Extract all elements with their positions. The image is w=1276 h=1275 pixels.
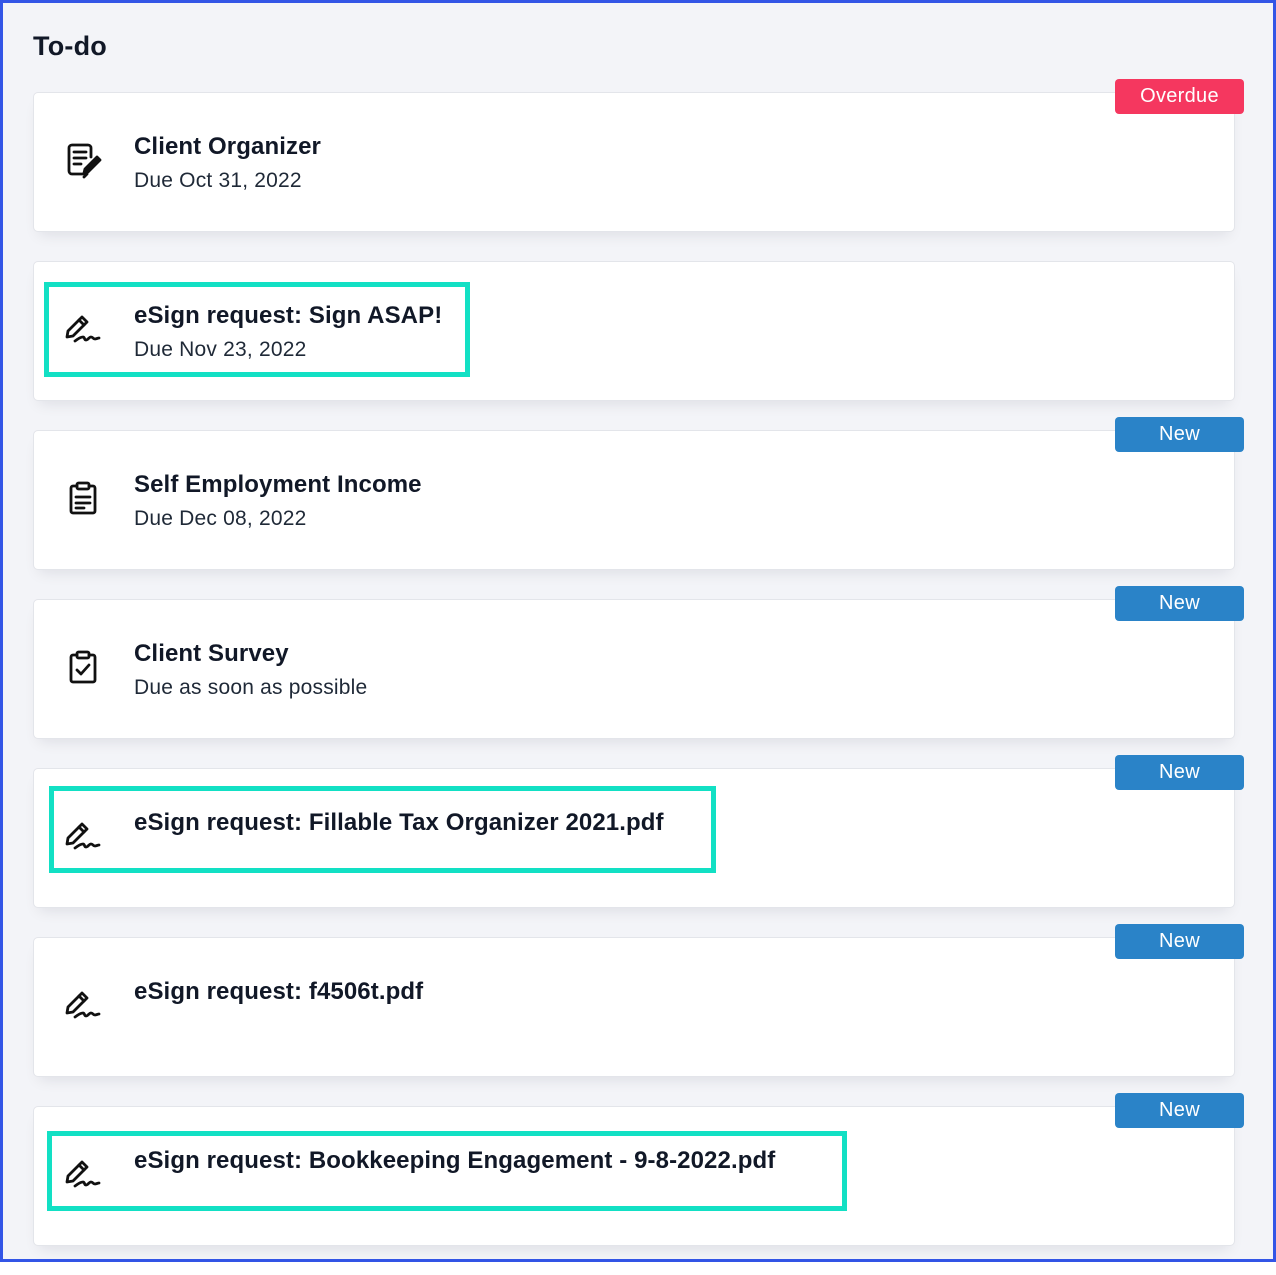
app-frame: To-do Client Organizer Due Oct 31, 2022 …	[0, 0, 1276, 1262]
todo-title: eSign request: Sign ASAP!	[134, 302, 443, 329]
todo-title: Client Survey	[134, 640, 289, 667]
page-title: To-do	[33, 31, 107, 61]
todo-title: Client Organizer	[134, 133, 321, 160]
status-badge-new: New	[1115, 586, 1244, 621]
signature-icon	[62, 815, 104, 857]
status-badge-overdue: Overdue	[1115, 79, 1244, 114]
signature-icon	[62, 984, 104, 1026]
signature-icon	[62, 308, 104, 350]
todo-item-esign-sign-asap[interactable]: eSign request: Sign ASAP! Due Nov 23, 20…	[33, 261, 1235, 401]
status-badge-new: New	[1115, 1093, 1244, 1128]
todo-due-date: Due Nov 23, 2022	[134, 338, 307, 361]
signature-icon	[62, 1153, 104, 1195]
todo-due-date: Due Dec 08, 2022	[134, 507, 307, 530]
status-badge-new: New	[1115, 755, 1244, 790]
todo-item-esign-f4506t[interactable]: eSign request: f4506t.pdf New	[33, 924, 1244, 1077]
clipboard-icon	[62, 477, 104, 519]
clipboard-check-icon	[62, 646, 104, 688]
todo-list: Client Organizer Due Oct 31, 2022 Overdu…	[33, 79, 1244, 1275]
todo-title: eSign request: Fillable Tax Organizer 20…	[134, 809, 664, 836]
todo-due-date: Due Oct 31, 2022	[134, 169, 302, 192]
todo-item-client-organizer[interactable]: Client Organizer Due Oct 31, 2022 Overdu…	[33, 79, 1244, 232]
organizer-icon	[62, 139, 104, 181]
todo-due-date: Due as soon as possible	[134, 676, 368, 699]
todo-title: Self Employment Income	[134, 471, 422, 498]
todo-item-esign-fillable-tax-organizer[interactable]: eSign request: Fillable Tax Organizer 20…	[33, 755, 1244, 908]
status-badge-new: New	[1115, 924, 1244, 959]
todo-item-self-employment-income[interactable]: Self Employment Income Due Dec 08, 2022 …	[33, 417, 1244, 570]
todo-title: eSign request: Bookkeeping Engagement - …	[134, 1147, 776, 1174]
todo-item-esign-bookkeeping-engagement[interactable]: eSign request: Bookkeeping Engagement - …	[33, 1093, 1244, 1246]
todo-title: eSign request: f4506t.pdf	[134, 978, 424, 1005]
todo-item-client-survey[interactable]: Client Survey Due as soon as possible Ne…	[33, 586, 1244, 739]
status-badge-new: New	[1115, 417, 1244, 452]
